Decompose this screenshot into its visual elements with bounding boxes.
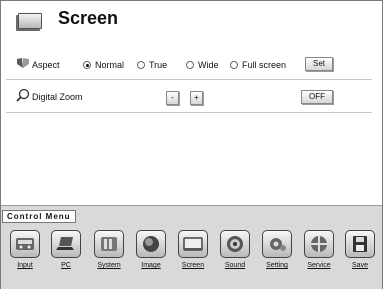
- menu-item-save[interactable]: Save: [343, 230, 377, 269]
- aspect-fullscreen-label: Full screen: [242, 60, 287, 70]
- divider: [6, 79, 372, 80]
- aspect-label: Aspect: [32, 60, 60, 70]
- menu-item-label: PC: [61, 262, 71, 269]
- menu-item-label: System: [97, 262, 121, 269]
- pc-icon: [51, 230, 81, 258]
- page-title: Screen: [58, 8, 119, 28]
- radio-dot: [83, 61, 91, 69]
- digital-zoom-row: Digital Zoom - + OFF: [6, 84, 372, 110]
- control-menu-title: Control Menu: [2, 210, 76, 223]
- zoom-plus-button[interactable]: +: [190, 91, 203, 105]
- service-icon: [304, 230, 334, 258]
- aspect-true-radio[interactable]: True: [137, 60, 167, 70]
- radio-dot: [186, 61, 194, 69]
- digital-zoom-label: Digital Zoom: [32, 92, 83, 102]
- setting-icon: [262, 230, 292, 258]
- menu-item-sound[interactable]: Sound: [218, 230, 252, 269]
- menu-item-label: Setting: [266, 262, 288, 269]
- aspect-normal-radio[interactable]: Normal: [83, 60, 124, 70]
- menu-item-system[interactable]: System: [92, 230, 126, 269]
- aspect-icon: [17, 58, 29, 68]
- menu-item-input[interactable]: Input: [8, 230, 42, 269]
- divider: [6, 112, 372, 113]
- menu-item-label: Save: [352, 262, 368, 269]
- aspect-wide-radio[interactable]: Wide: [186, 60, 219, 70]
- aspect-fullscreen-radio[interactable]: Full screen: [230, 60, 286, 70]
- aspect-true-label: True: [149, 60, 168, 70]
- image-icon: [136, 230, 166, 258]
- menu-item-screen[interactable]: Screen: [176, 230, 210, 269]
- aspect-set-button[interactable]: Set: [305, 57, 333, 71]
- save-icon: [345, 230, 375, 258]
- menu-item-setting[interactable]: Setting: [260, 230, 294, 269]
- sound-icon: [220, 230, 250, 258]
- aspect-wide-label: Wide: [198, 60, 219, 70]
- menu-item-label: Input: [17, 262, 33, 269]
- system-icon: [94, 230, 124, 258]
- zoom-status-button[interactable]: OFF: [301, 90, 333, 104]
- menu-item-service[interactable]: Service: [302, 230, 336, 269]
- menu-item-label: Service: [307, 262, 331, 269]
- magnifier-icon: [16, 88, 30, 102]
- screen-icon: [18, 13, 42, 29]
- aspect-normal-label: Normal: [95, 60, 125, 70]
- menu-item-label: Sound: [224, 262, 246, 269]
- radio-dot: [230, 61, 238, 69]
- screen-icon: [178, 230, 208, 258]
- menu-item-label: Image: [141, 262, 161, 269]
- menu-item-image[interactable]: Image: [134, 230, 168, 269]
- aspect-row: Aspect Normal True Wide Full screen Set: [6, 52, 372, 78]
- menu-item-label: Screen: [181, 262, 205, 269]
- input-icon: [10, 230, 40, 258]
- menu-item-pc[interactable]: PC: [49, 230, 83, 269]
- radio-dot: [137, 61, 145, 69]
- zoom-minus-button[interactable]: -: [166, 91, 179, 105]
